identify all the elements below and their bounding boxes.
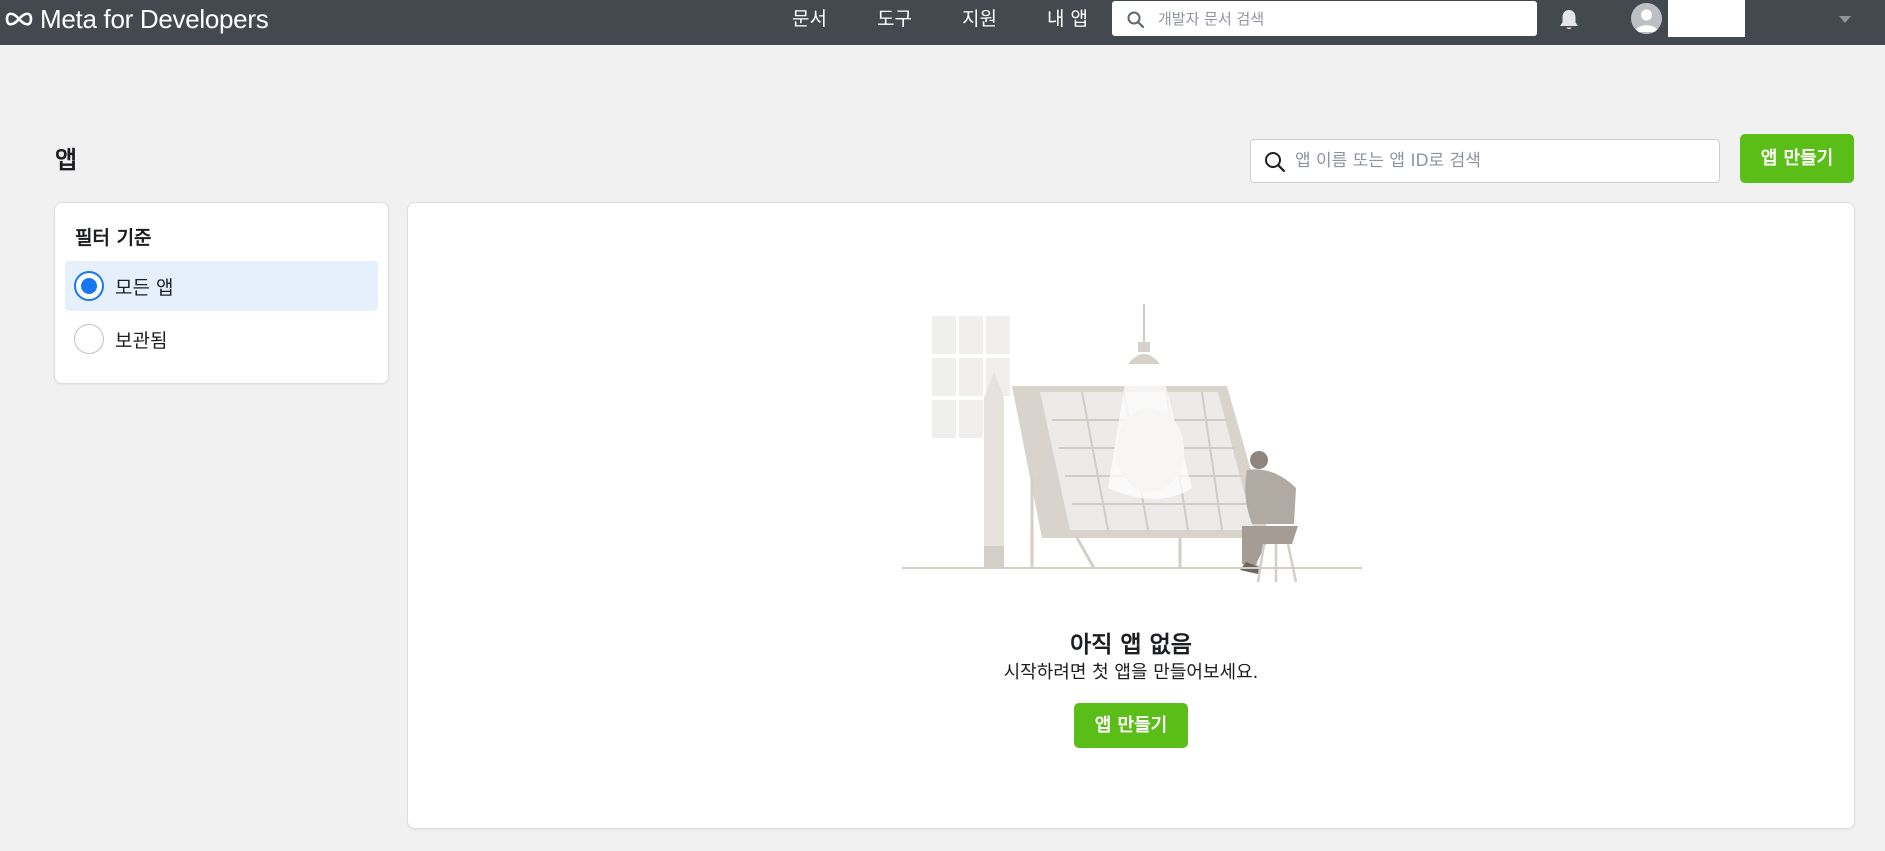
- empty-state-title: 아직 앱 없음: [1070, 632, 1192, 658]
- filter-option-archived[interactable]: 보관됨: [65, 314, 378, 364]
- radio-unselected[interactable]: [74, 324, 104, 354]
- account-name-box[interactable]: [1668, 0, 1745, 37]
- nav-tools[interactable]: 도구: [877, 4, 912, 34]
- top-navigation-bar: Meta for Developers 문서 도구 지원 내 앱: [0, 0, 1885, 45]
- brand-text: Meta for Developers: [40, 3, 269, 34]
- filter-option-label: 보관됨: [115, 330, 168, 352]
- apps-list-panel: 아직 앱 없음 시작하려면 첫 앱을 만들어보세요. 앱 만들기: [408, 203, 1854, 828]
- filter-title: 필터 기준: [75, 227, 152, 249]
- filter-panel: 필터 기준 모든 앱 보관됨: [55, 203, 388, 383]
- create-app-button-empty-state[interactable]: 앱 만들기: [1074, 703, 1188, 748]
- docs-search-box[interactable]: [1112, 1, 1537, 36]
- chevron-down-icon[interactable]: [1837, 13, 1853, 25]
- app-search-box[interactable]: [1250, 139, 1720, 183]
- nav-docs[interactable]: 문서: [792, 4, 827, 34]
- profile-avatar[interactable]: [1631, 3, 1662, 34]
- avatar-person-icon: [1635, 9, 1658, 32]
- search-icon: [1265, 152, 1286, 173]
- nav-support[interactable]: 지원: [962, 4, 997, 34]
- meta-logo[interactable]: Meta for Developers: [4, 3, 269, 34]
- empty-state-illustration: [902, 304, 1362, 583]
- filter-option-label: 모든 앱: [115, 277, 174, 299]
- meta-infinity-icon: [5, 12, 33, 26]
- app-search-input[interactable]: [1295, 140, 1710, 182]
- empty-state-subtitle: 시작하려면 첫 앱을 만들어보세요.: [1003, 662, 1259, 683]
- nav-my-apps[interactable]: 내 앱: [1047, 4, 1088, 34]
- create-app-button[interactable]: 앱 만들기: [1740, 134, 1854, 183]
- search-icon: [1127, 11, 1145, 29]
- page-title: 앱: [55, 146, 78, 174]
- notification-bell-icon[interactable]: [1557, 7, 1581, 33]
- filter-option-all-apps[interactable]: 모든 앱: [65, 261, 378, 311]
- docs-search-input[interactable]: [1158, 1, 1528, 36]
- radio-selected[interactable]: [74, 271, 104, 301]
